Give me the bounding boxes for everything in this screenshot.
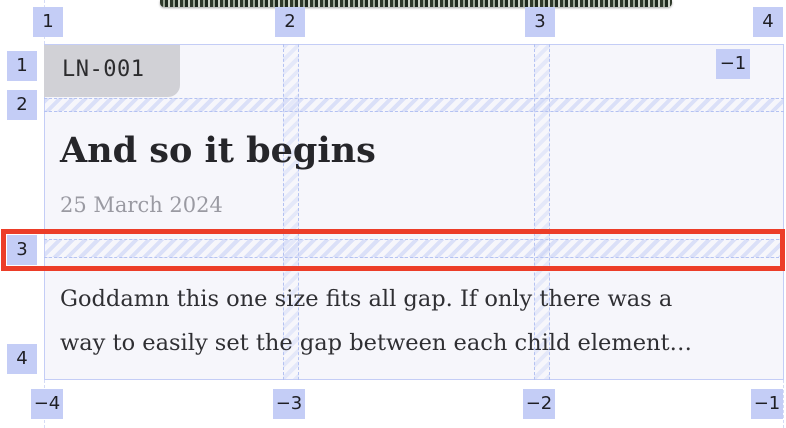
grid-column-number-top: 1: [33, 7, 63, 37]
grid-row-gap-1: [44, 98, 784, 112]
grid-column-number-top: 2: [275, 7, 305, 37]
grid-row-number-left: 1: [7, 51, 37, 81]
grid-column-number-top: 4: [753, 7, 783, 37]
grid-column-number-bottom: −4: [31, 389, 63, 419]
grid-row-number-right: −1: [716, 49, 750, 79]
grid-column-number-bottom: −2: [523, 389, 555, 419]
grid-column-number-top: 3: [525, 7, 555, 37]
hero-image-strip: [160, 0, 672, 7]
grid-column-number-bottom: −1: [751, 389, 783, 419]
grid-line-extension: [783, 380, 784, 428]
card-body-line: Goddamn this one size fits all gap. If o…: [60, 286, 673, 312]
card-date: 25 March 2024: [60, 193, 223, 217]
card-body-line: way to easily set the gap between each c…: [60, 330, 693, 356]
card-body: Goddamn this one size fits all gap. If o…: [60, 277, 780, 365]
grid-row-number-left: 4: [7, 344, 37, 374]
grid-row-number-left: 2: [7, 90, 37, 120]
grid-column-number-bottom: −3: [273, 389, 305, 419]
highlighted-row-gap-outline: [1, 229, 785, 271]
card-tag-label: LN-001: [44, 45, 180, 97]
card-title: And so it begins: [60, 130, 376, 171]
grid-row-number-left: 3: [7, 235, 37, 265]
